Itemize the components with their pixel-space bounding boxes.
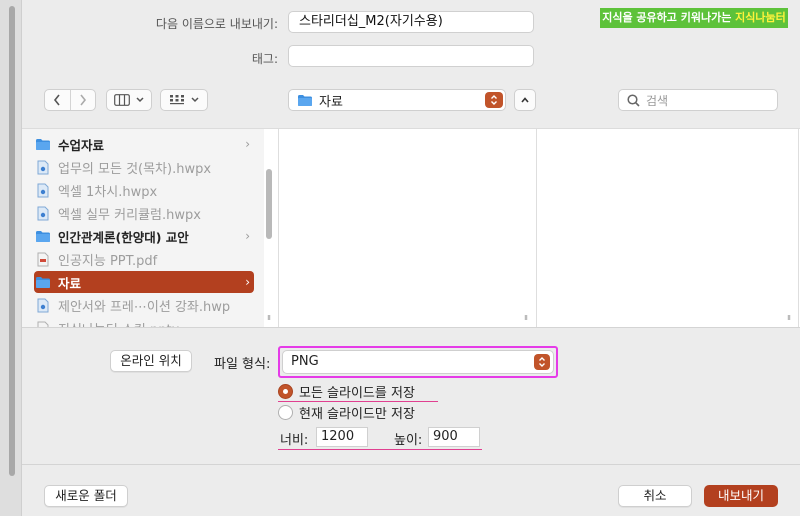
height-input[interactable]: 900 [428, 427, 480, 447]
sidebar-item-5[interactable]: 인공지능 PPT.pdf [34, 248, 254, 270]
sidebar-item-3[interactable]: 엑셀 실무 커리큘럼.hwpx [34, 202, 254, 224]
back-forward-control [44, 89, 96, 111]
pptx-file-icon [37, 321, 49, 327]
folder-icon [36, 276, 50, 288]
banner-prefix: 지식을 공유하고 키워나가는 [602, 11, 736, 24]
annotation-underline [278, 449, 482, 450]
sidebar-item-label: 엑셀 실무 커리큘럼.hwpx [58, 207, 201, 223]
hwp-file-icon [37, 298, 49, 312]
folder-icon [36, 230, 50, 242]
export-button[interactable]: 내보내기 [704, 485, 778, 507]
up-down-chevron-icon [491, 95, 497, 105]
chevron-up-icon [521, 97, 529, 103]
sidebar-item-4[interactable]: 인간관계론(한양대) 교안 › [34, 225, 254, 247]
hwpx-file-icon [37, 183, 49, 197]
radio-save-current-label: 현재 슬라이드만 저장 [299, 406, 415, 422]
format-select[interactable]: PNG [282, 350, 554, 374]
save-as-label: 다음 이름으로 내보내기: [155, 17, 278, 31]
column-resize-handle[interactable]: ıı [787, 313, 791, 323]
location-folder-label: 자료 [319, 94, 343, 110]
column-resize-handle[interactable]: ıı [524, 313, 528, 323]
view-columns-button[interactable] [106, 89, 152, 111]
online-location-button[interactable]: 온라인 위치 [110, 350, 192, 372]
sidebar-item-label: 인간관계론(한양대) 교안 [58, 229, 189, 245]
sidebar-column: 수업자료 › 업무의 모든 것(목차).hwpx 엑셀 1차시.hwpx 엑셀 … [22, 129, 272, 328]
view-grid-button[interactable] [160, 89, 208, 111]
sidebar-item-0[interactable]: 수업자료 › [34, 133, 254, 155]
sidebar-item-7[interactable]: 제안서와 프레⋯이션 강좌.hwp [34, 294, 254, 316]
file-browser: 수업자료 › 업무의 모든 것(목차).hwpx 엑셀 1차시.hwpx 엑셀 … [22, 128, 800, 328]
background-window-scrollbar [0, 0, 22, 516]
chevron-down-icon [135, 97, 144, 103]
scrollbar-thumb[interactable] [9, 6, 15, 476]
chevron-down-icon [190, 97, 199, 103]
location-stepper[interactable] [485, 92, 503, 108]
sidebar-scrollbar[interactable] [266, 169, 272, 239]
sidebar-item-label: 수업자료 [58, 137, 105, 153]
up-down-chevron-icon [539, 357, 545, 367]
radio-selected-icon [278, 383, 293, 399]
search-placeholder: 검색 [646, 93, 669, 108]
chevron-right-icon: › [245, 137, 250, 151]
format-value: PNG [291, 354, 319, 369]
sidebar-item-6[interactable]: 자료 › [34, 271, 254, 293]
height-label: 높이: [394, 433, 423, 448]
forward-button[interactable] [71, 90, 96, 110]
column-divider [798, 129, 799, 327]
sidebar-item-label: 지식나눔터 스킨.pptx [58, 319, 179, 328]
width-input[interactable]: 1200 [316, 427, 368, 447]
sidebar-item-8[interactable]: 지식나눔터 스킨.pptx [34, 317, 254, 328]
sidebar-item-label: 제안서와 프레⋯이션 강좌.hwp [58, 299, 231, 315]
sidebar-item-label: 엑셀 1차시.hwpx [58, 184, 158, 200]
sidebar-item-label: 업무의 모든 것(목차).hwpx [58, 161, 212, 177]
radio-save-all[interactable]: 모든 슬라이드를 저장 [278, 382, 415, 401]
radio-save-current[interactable]: 현재 슬라이드만 저장 [278, 403, 415, 422]
back-button[interactable] [45, 90, 71, 110]
folder-icon [298, 94, 312, 106]
sidebar-item-1[interactable]: 업무의 모든 것(목차).hwpx [34, 156, 254, 178]
width-label: 너비: [280, 433, 309, 448]
sidebar-item-label: 인공지능 PPT.pdf [58, 253, 158, 269]
radio-unselected-icon [278, 404, 293, 420]
tags-label: 태그: [251, 52, 278, 66]
folder-icon [36, 138, 50, 150]
location-popup[interactable]: 자료 [288, 89, 506, 111]
format-label: 파일 형식: [214, 357, 271, 372]
tags-input[interactable] [288, 45, 534, 67]
chevron-right-icon: › [245, 229, 250, 243]
export-dialog: 다음 이름으로 내보내기: 스타리더십_M2(자기수용) 지식을 공유하고 키워… [22, 0, 800, 516]
new-folder-button[interactable]: 새로운 폴더 [44, 485, 128, 507]
column-resize-handle[interactable]: ıı [267, 313, 271, 323]
filename-input[interactable]: 스타리더십_M2(자기수용) [288, 11, 534, 33]
column-divider [278, 129, 279, 327]
collapse-button[interactable] [514, 89, 536, 111]
columns-view-icon [113, 94, 130, 106]
brand-banner: 지식을 공유하고 키워나가는 지식나눔터 [600, 8, 788, 28]
search-field[interactable]: 검색 [618, 89, 778, 111]
sidebar-item-label: 자료 [58, 275, 82, 291]
grid-view-icon [169, 95, 184, 105]
sidebar-item-2[interactable]: 엑셀 1차시.hwpx [34, 179, 254, 201]
magnifier-icon [627, 93, 640, 107]
pdf-file-icon [37, 252, 49, 266]
banner-highlight: 지식나눔터 [735, 11, 786, 24]
format-stepper[interactable] [534, 354, 550, 370]
hwpx-file-icon [37, 160, 49, 174]
hwpx-file-icon [37, 206, 49, 220]
chevron-left-icon [54, 94, 60, 106]
radio-save-all-label: 모든 슬라이드를 저장 [299, 385, 415, 401]
chevron-right-icon [80, 94, 86, 106]
footer-divider [22, 464, 800, 465]
column-divider [536, 129, 537, 327]
cancel-button[interactable]: 취소 [618, 485, 692, 507]
chevron-right-icon: › [245, 275, 250, 289]
